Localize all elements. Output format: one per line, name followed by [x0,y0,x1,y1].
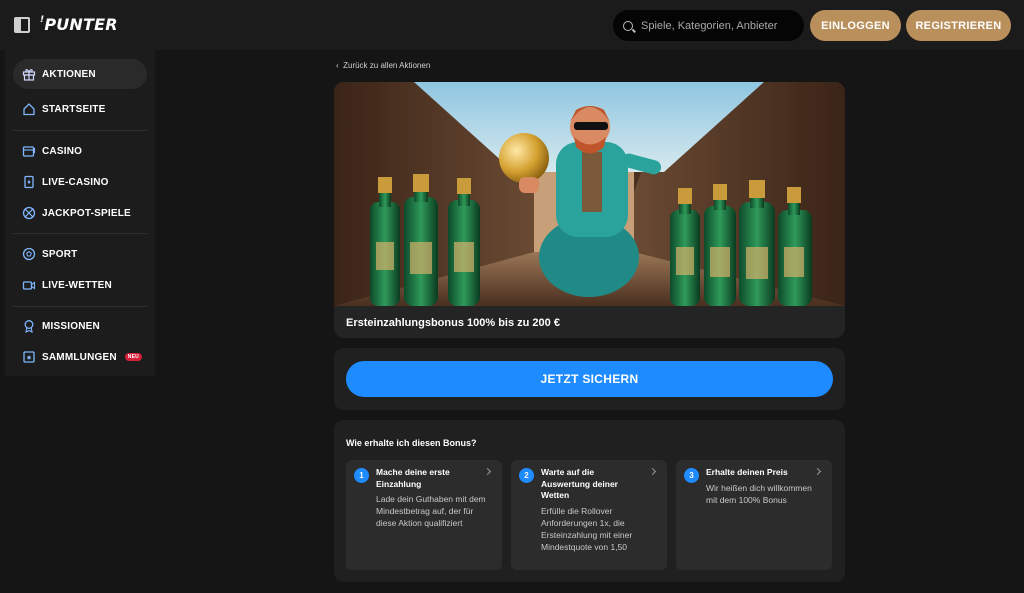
card-icon [22,175,36,189]
sidebar-item-startseite[interactable]: STARTSEITE [13,94,147,124]
home-icon [22,102,36,116]
chevron-right-icon [483,467,492,476]
step-description: Lade dein Guthaben mit dem Mindestbetrag… [376,494,486,528]
sidebar-item-label: AKTIONEN [42,68,96,80]
sidebar-item-label: JACKPOT-SPIELE [42,207,131,219]
step-title: Mache deine erste Einzahlung [376,467,450,489]
chevron-right-icon [813,467,822,476]
back-link[interactable]: ‹ Zurück zu allen Aktionen [336,61,430,70]
step-card-1[interactable]: 1 Mache deine erste Einzahlung Lade dein… [346,460,502,570]
sidebar-toggle-icon[interactable] [14,17,30,33]
step-description: Wir heißen dich willkommen mit dem 100% … [706,483,812,505]
sidebar-item-aktionen[interactable]: AKTIONEN [13,59,147,89]
sidebar-item-label: MISSIONEN [42,320,100,332]
medal-icon [22,319,36,333]
sidebar-item-live-wetten[interactable]: LIVE-WETTEN [13,270,147,300]
sidebar: AKTIONEN STARTSEITE CASINO LIVE-CASINO J… [5,50,155,376]
new-badge: NEU [124,353,142,361]
promo-card: Ersteinzahlungsbonus 100% bis zu 200 € [334,82,845,338]
collection-icon [22,350,36,364]
sidebar-item-label: SAMMLUNGEN [42,351,117,363]
sidebar-item-sammlungen[interactable]: SAMMLUNGEN NEU [13,342,147,372]
sidebar-item-label: STARTSEITE [42,103,106,115]
sidebar-item-label: SPORT [42,248,78,260]
step-number: 3 [684,468,699,483]
search-icon [623,20,633,31]
login-button[interactable]: EINLOGGEN [810,10,901,41]
step-title: Warte auf die Auswertung deiner Wetten [541,467,618,500]
step-card-3[interactable]: 3 Erhalte deinen Preis Wir heißen dich w… [676,460,832,570]
search-input[interactable] [641,19,801,32]
step-card-2[interactable]: 2 Warte auf die Auswertung deiner Wetten… [511,460,667,570]
jackpot-icon [22,206,36,220]
chevron-right-icon [648,467,657,476]
sidebar-item-missionen[interactable]: MISSIONEN [13,311,147,341]
claim-bonus-button[interactable]: JETZT SICHERN [346,361,833,397]
sidebar-divider [13,306,147,307]
search-bar[interactable] [613,10,804,41]
sidebar-item-label: CASINO [42,145,83,157]
step-number: 2 [519,468,534,483]
promo-banner-image [334,82,845,306]
gift-icon [22,67,36,81]
step-number: 1 [354,468,369,483]
slot-machine-icon [22,144,36,158]
brand-logo[interactable]: !PUNTER [40,15,118,34]
sidebar-item-casino[interactable]: CASINO [13,136,147,166]
promo-title: Ersteinzahlungsbonus 100% bis zu 200 € [346,317,560,329]
sidebar-divider [13,130,147,131]
sidebar-divider [13,233,147,234]
sidebar-item-jackpot-spiele[interactable]: JACKPOT-SPIELE [13,198,147,228]
soccer-ball-icon [22,247,36,261]
video-icon [22,278,36,292]
step-description: Erfülle die Rollover Anforderungen 1x, d… [541,506,633,552]
step-title: Erhalte deinen Preis [706,467,788,477]
sidebar-item-live-casino[interactable]: LIVE-CASINO [13,167,147,197]
steps-heading: Wie erhalte ich diesen Bonus? [346,438,477,448]
sidebar-item-label: LIVE-WETTEN [42,279,112,291]
bonus-steps-panel: Wie erhalte ich diesen Bonus? 1 Mache de… [334,420,845,582]
register-button[interactable]: REGISTRIEREN [906,10,1011,41]
top-header: !PUNTER EINLOGGEN REGISTRIEREN [0,0,1024,50]
cta-panel: JETZT SICHERN [334,348,845,410]
sidebar-item-sport[interactable]: SPORT [13,239,147,269]
sidebar-item-label: LIVE-CASINO [42,176,109,188]
